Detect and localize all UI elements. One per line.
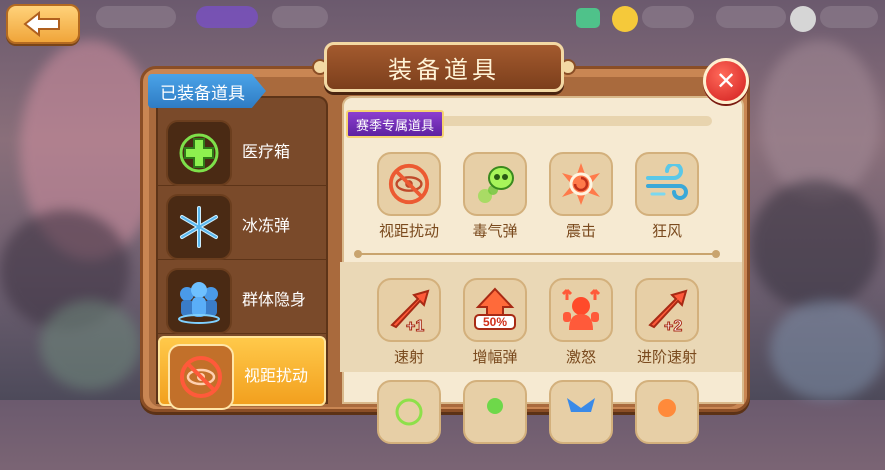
shock-icon	[549, 152, 613, 216]
item-label: 毒气弹	[472, 222, 518, 240]
item-gale[interactable]: 狂风	[632, 152, 702, 242]
advanced-rapid-fire-icon: +2	[635, 278, 699, 342]
coin-icon	[612, 6, 638, 32]
item-label: 增幅弹	[472, 348, 518, 366]
item-label: 速射	[393, 348, 424, 366]
equipped-item-label: 冰冻弹	[242, 216, 291, 235]
item-shock[interactable]: 震击	[546, 152, 616, 242]
equipped-tab-label: 已装备道具	[148, 74, 266, 108]
wind-icon	[635, 152, 699, 216]
gem-icon	[576, 8, 600, 28]
equipped-item-label: 群体隐身	[242, 290, 307, 309]
green-item-icon	[463, 380, 527, 444]
vision-disrupt-icon	[377, 152, 441, 216]
top-tab-pill	[96, 6, 176, 28]
medkit-icon	[166, 120, 232, 186]
item-label: 激怒	[565, 348, 596, 366]
item-partial[interactable]	[632, 380, 702, 470]
top-tab-pill-active	[196, 6, 258, 28]
equipped-item-label: 医疗箱	[242, 142, 291, 161]
back-arrow-icon	[23, 11, 60, 37]
settings-icon[interactable]	[790, 6, 816, 32]
item-partial[interactable]	[460, 380, 530, 470]
item-label: 震击	[565, 222, 596, 240]
item-badge: 50%	[483, 315, 507, 329]
section-divider	[356, 253, 718, 255]
item-partial[interactable]	[546, 380, 616, 470]
item-badge: +1	[406, 318, 424, 335]
top-pill	[820, 6, 878, 28]
equipped-item-label: 视距扰动	[244, 366, 309, 385]
panel-title: 装备道具	[324, 42, 564, 92]
equipped-item-freeze[interactable]: 冰冻弹	[158, 188, 326, 260]
rapid-fire-icon: +1	[377, 278, 441, 342]
item-label: 狂风	[651, 222, 682, 240]
close-button[interactable]: ✕	[703, 58, 749, 104]
top-bar	[0, 0, 885, 44]
divider-ornament	[354, 250, 362, 258]
currency-pill	[642, 6, 694, 28]
snowflake-icon	[166, 194, 232, 260]
item-amplify[interactable]: 50% 增幅弹	[460, 278, 530, 368]
item-label: 进阶速射	[636, 348, 697, 366]
item-enrage[interactable]: 激怒	[546, 278, 616, 368]
item-poison-gas[interactable]: 毒气弹	[460, 152, 530, 242]
item-rapid-fire[interactable]: +1 速射	[374, 278, 444, 368]
item-badge: +2	[664, 318, 682, 335]
equipped-item-medkit[interactable]: 医疗箱	[158, 114, 326, 186]
section-header-bar	[440, 116, 712, 126]
equipped-item-vision-disrupt[interactable]: 视距扰动	[158, 336, 326, 410]
equipped-item-group-stealth[interactable]: 群体隐身	[158, 262, 326, 334]
blue-item-icon	[549, 380, 613, 444]
orange-item-icon	[635, 380, 699, 444]
top-tab-pill	[272, 6, 328, 28]
item-advanced-rapid-fire[interactable]: +2 进阶速射	[632, 278, 702, 368]
currency-pill	[716, 6, 786, 28]
crosshair-icon	[377, 380, 441, 444]
rage-icon	[549, 278, 613, 342]
close-icon: ✕	[715, 67, 737, 95]
back-button[interactable]	[6, 4, 80, 44]
poison-skull-icon	[463, 152, 527, 216]
item-label: 视距扰动	[378, 222, 439, 240]
divider-ornament	[712, 250, 720, 258]
item-vision-disrupt[interactable]: 视距扰动	[374, 152, 444, 242]
section-header: 赛季专属道具	[346, 110, 445, 138]
group-stealth-icon	[166, 268, 232, 334]
amplify-icon: 50%	[463, 278, 527, 342]
item-partial[interactable]	[374, 380, 444, 470]
vision-disrupt-icon	[168, 344, 234, 410]
